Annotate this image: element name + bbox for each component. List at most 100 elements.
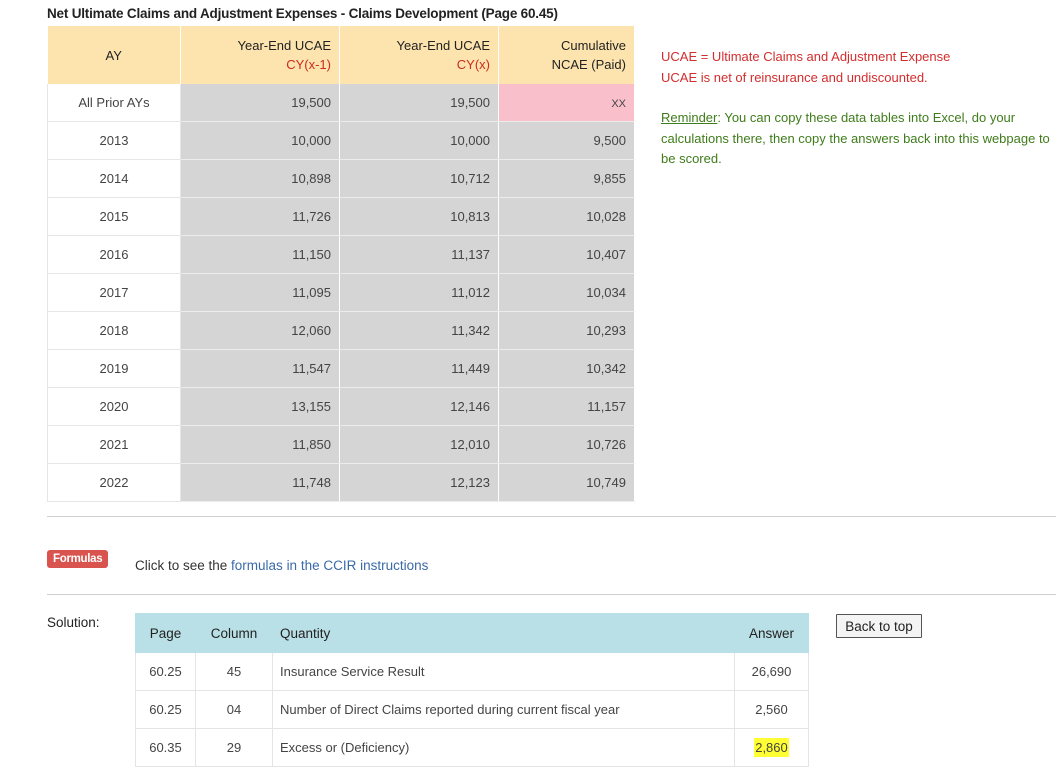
ncae-paid-cell[interactable]: 9,855	[498, 159, 635, 198]
reminder-text: : You can copy these data tables into Ex…	[661, 110, 1050, 166]
ucae-prev-cell[interactable]: 10,000	[180, 121, 340, 160]
table-row: 2013 10,000 10,000 9,500	[47, 121, 635, 160]
ncae-paid-cell[interactable]: 10,749	[498, 463, 635, 502]
table-row: 2017 11,095 11,012 10,034	[47, 273, 635, 312]
solution-page: 60.25	[135, 652, 196, 691]
reminder-label: Reminder	[661, 110, 718, 125]
header-ncae-paid-sub: NCAE (Paid)	[551, 57, 626, 72]
header-ucae-prev-title: Year-End UCAE	[237, 38, 331, 53]
ucae-curr-cell[interactable]: 12,146	[339, 387, 499, 426]
ncae-paid-cell[interactable]: 10,342	[498, 349, 635, 388]
ucae-curr-cell[interactable]: 11,012	[339, 273, 499, 312]
ay-cell: 2014	[47, 159, 181, 198]
header-ucae-prev-cy: CY(x-1)	[286, 57, 331, 72]
ay-cell: 2013	[47, 121, 181, 160]
ucae-prev-cell[interactable]: 11,095	[180, 273, 340, 312]
table-row: 2022 11,748 12,123 10,749	[47, 463, 635, 502]
section-divider	[47, 516, 1056, 517]
table-row: 2020 13,155 12,146 11,157	[47, 387, 635, 426]
table-row: 2021 11,850 12,010 10,726	[47, 425, 635, 464]
ucae-prev-cell[interactable]: 11,850	[180, 425, 340, 464]
formulas-instructions: Click to see the formulas in the CCIR in…	[135, 558, 428, 573]
ucae-curr-cell[interactable]: 10,000	[339, 121, 499, 160]
solution-page: 60.35	[135, 728, 196, 767]
ncae-paid-cell[interactable]: XX	[498, 84, 635, 122]
ucae-prev-cell[interactable]: 11,726	[180, 197, 340, 236]
table-row: 60.25 04 Number of Direct Claims reporte…	[135, 690, 809, 729]
ccir-formulas-link[interactable]: formulas in the CCIR instructions	[231, 558, 428, 573]
ncae-paid-cell[interactable]: 10,407	[498, 235, 635, 274]
formulas-prefix: Click to see the	[135, 558, 232, 573]
table-row: 2018 12,060 11,342 10,293	[47, 311, 635, 350]
ncae-paid-cell[interactable]: 11,157	[498, 387, 635, 426]
solution-answer[interactable]: 26,690	[734, 652, 809, 691]
definition-notes: UCAE = Ultimate Claims and Adjustment Ex…	[661, 46, 950, 88]
ay-cell: 2020	[47, 387, 181, 426]
ncae-paid-value: XX	[611, 98, 626, 110]
header-page: Page	[135, 613, 196, 653]
section-divider	[47, 594, 1056, 595]
reminder-note: Reminder: You can copy these data tables…	[661, 108, 1056, 170]
ucae-prev-cell[interactable]: 13,155	[180, 387, 340, 426]
ucae-curr-cell[interactable]: 10,712	[339, 159, 499, 198]
table-row: 60.25 45 Insurance Service Result 26,690	[135, 652, 809, 691]
back-to-top-button[interactable]: Back to top	[836, 614, 922, 638]
solution-column: 29	[195, 728, 273, 767]
header-ay: AY	[47, 26, 181, 84]
ucae-curr-cell[interactable]: 12,123	[339, 463, 499, 502]
solution-page: 60.25	[135, 690, 196, 729]
table-row: All Prior AYs 19,500 19,500 XX	[47, 84, 635, 122]
ucae-prev-cell[interactable]: 19,500	[180, 84, 340, 122]
solution-quantity: Insurance Service Result	[272, 652, 735, 691]
header-answer: Answer	[734, 613, 809, 653]
header-column: Column	[195, 613, 273, 653]
header-ucae-prev: Year-End UCAE CY(x-1)	[180, 26, 340, 84]
ucae-curr-cell[interactable]: 11,449	[339, 349, 499, 388]
header-ncae-paid-title: Cumulative	[560, 38, 626, 53]
ncae-paid-cell[interactable]: 9,500	[498, 121, 635, 160]
ay-cell: 2017	[47, 273, 181, 312]
ucae-definition: UCAE = Ultimate Claims and Adjustment Ex…	[661, 49, 951, 64]
ucae-curr-cell[interactable]: 19,500	[339, 84, 499, 122]
ucae-curr-cell[interactable]: 11,342	[339, 311, 499, 350]
claims-table-header: AY Year-End UCAE CY(x-1) Year-End UCAE C…	[47, 26, 635, 84]
solution-quantity: Number of Direct Claims reported during …	[272, 690, 735, 729]
solution-answer[interactable]: 2,560	[734, 690, 809, 729]
header-ucae-curr-cy: CY(x)	[456, 57, 490, 72]
ucae-curr-cell[interactable]: 12,010	[339, 425, 499, 464]
table-row: 2016 11,150 11,137 10,407	[47, 235, 635, 274]
ucae-prev-cell[interactable]: 12,060	[180, 311, 340, 350]
solution-label: Solution:	[47, 615, 100, 630]
ay-cell: 2015	[47, 197, 181, 236]
ay-cell: 2021	[47, 425, 181, 464]
header-quantity: Quantity	[272, 613, 735, 653]
ucae-curr-cell[interactable]: 10,813	[339, 197, 499, 236]
ucae-prev-cell[interactable]: 11,150	[180, 235, 340, 274]
solution-column: 45	[195, 652, 273, 691]
ncae-paid-cell[interactable]: 10,293	[498, 311, 635, 350]
ucae-prev-cell[interactable]: 10,898	[180, 159, 340, 198]
solution-quantity: Excess or (Deficiency)	[272, 728, 735, 767]
ucae-prev-cell[interactable]: 11,748	[180, 463, 340, 502]
solution-answer-cell[interactable]: 2,860	[734, 728, 809, 767]
table-row: 2014 10,898 10,712 9,855	[47, 159, 635, 198]
ay-cell: 2018	[47, 311, 181, 350]
claims-table: AY Year-End UCAE CY(x-1) Year-End UCAE C…	[47, 26, 635, 502]
solution-header: Page Column Quantity Answer	[135, 613, 809, 653]
ay-cell: All Prior AYs	[47, 84, 181, 122]
ucae-prev-cell[interactable]: 11,547	[180, 349, 340, 388]
ncae-paid-cell[interactable]: 10,726	[498, 425, 635, 464]
solution-column: 04	[195, 690, 273, 729]
solution-answer-highlighted: 2,860	[754, 738, 789, 757]
header-ucae-curr-title: Year-End UCAE	[396, 38, 490, 53]
ay-cell: 2016	[47, 235, 181, 274]
solution-table: Page Column Quantity Answer 60.25 45 Ins…	[135, 613, 809, 767]
ucae-net-note: UCAE is net of reinsurance and undiscoun…	[661, 70, 928, 85]
ucae-curr-cell[interactable]: 11,137	[339, 235, 499, 274]
ay-cell: 2019	[47, 349, 181, 388]
formulas-button[interactable]: Formulas	[47, 550, 109, 568]
table-row: 60.35 29 Excess or (Deficiency) 2,860	[135, 728, 809, 767]
header-ncae-paid: Cumulative NCAE (Paid)	[498, 26, 635, 84]
ncae-paid-cell[interactable]: 10,028	[498, 197, 635, 236]
ncae-paid-cell[interactable]: 10,034	[498, 273, 635, 312]
